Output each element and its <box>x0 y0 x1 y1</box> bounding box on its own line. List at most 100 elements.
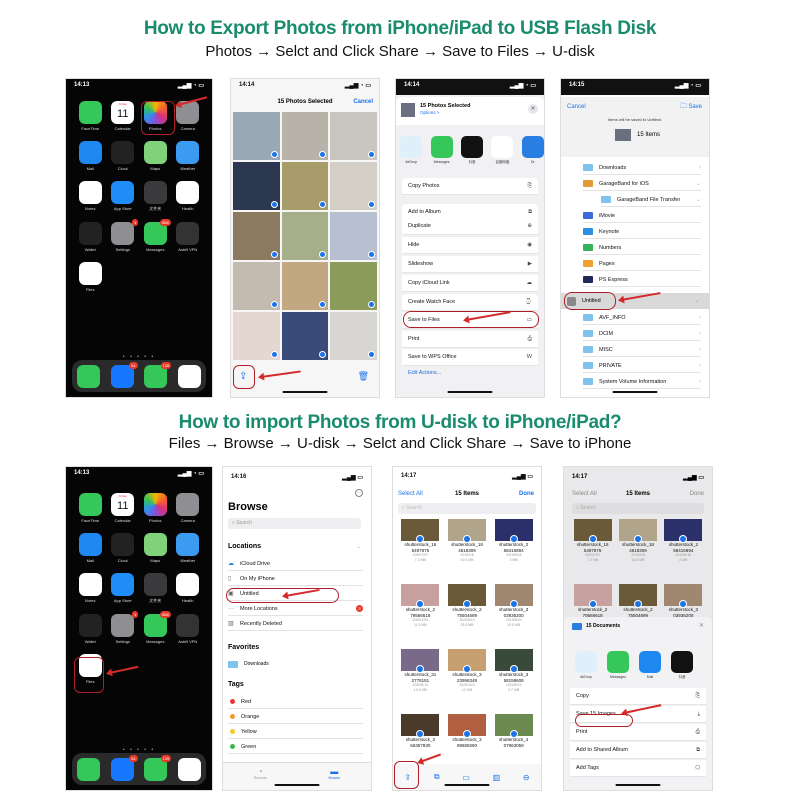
search-input[interactable]: ⌕ Search <box>228 518 361 529</box>
app-folder[interactable]: 文件夹 <box>139 181 172 212</box>
app-settings[interactable]: 1 Settings <box>107 219 140 252</box>
alipay-icon[interactable]: 61 <box>110 754 138 781</box>
share-app-baidu-netdisk[interactable]: 百度网盘 <box>491 136 514 165</box>
app-notes[interactable]: Notes <box>74 181 107 212</box>
done-button[interactable]: Done <box>519 491 534 497</box>
select-all-button[interactable]: Select All <box>572 491 597 497</box>
save-button[interactable]: Save <box>688 104 702 110</box>
photo-thumbnail[interactable] <box>233 312 280 360</box>
folder-system-volume-information[interactable]: System Volume Information › <box>583 375 701 389</box>
app-app-store[interactable]: App Store <box>107 573 140 604</box>
app-photos[interactable]: Photos <box>139 493 172 523</box>
app-astrill-vpn[interactable]: Astrill VPN <box>172 614 205 644</box>
app-camera[interactable]: Camera <box>172 493 205 523</box>
app-calendar[interactable]: Friday 11 Calendar <box>107 493 140 523</box>
file-item[interactable]: shutterstock_2 58416894 2019/6/18 2 MB <box>661 519 706 562</box>
app-clock[interactable]: Clock <box>107 533 140 563</box>
share-app-tiktok[interactable]: 抖音 <box>670 651 694 680</box>
safari-icon[interactable] <box>177 364 201 388</box>
app-health[interactable]: Health <box>172 573 205 604</box>
photo-thumbnail[interactable] <box>233 262 280 310</box>
photo-thumbnail[interactable] <box>281 312 329 360</box>
folder-pages[interactable]: Pages <box>583 257 701 271</box>
action-save-to-wps-office[interactable]: Save to WPS Office W <box>402 349 538 366</box>
photo-thumbnail[interactable] <box>330 112 377 160</box>
file-item[interactable]: shutterstock_16 5497876 2020/7/07 7.3 MB <box>570 519 615 562</box>
app-messages[interactable]: 658 Messages <box>139 611 172 644</box>
options-link[interactable]: Options > <box>420 110 439 115</box>
folder-misc[interactable]: MISC › <box>583 343 701 357</box>
file-item[interactable]: shutterstock_2 58416894 2019/6/18 2 MB <box>490 519 537 562</box>
location-on-my-iphone[interactable]: ▯ On My iPhone <box>228 572 363 586</box>
photo-thumbnail[interactable] <box>330 312 377 360</box>
file-item[interactable]: shutterstock_3 89659290 <box>444 714 491 748</box>
file-item[interactable]: shutterstock_3 58158608 2020/8/19 9.7 MB <box>490 649 537 692</box>
folder-imovie[interactable]: iMovie <box>583 209 701 223</box>
more-options-icon[interactable]: ··· <box>355 489 363 497</box>
file-item[interactable]: shutterstock_18 4619309 2019/1/8 10.6 MB <box>615 519 660 562</box>
file-item[interactable]: shutterstock_18 4619309 2019/1/8 10.6 MB <box>444 519 491 562</box>
app-weather[interactable]: Weather <box>172 141 205 171</box>
photo-thumbnail[interactable] <box>281 212 329 260</box>
folder-avf-info[interactable]: AVF_INFO › <box>583 311 701 325</box>
file-item[interactable]: shutterstock_3 23956348 2020/4/23 12 MB <box>444 649 491 692</box>
action-create-watch-face[interactable]: Create Watch Face ⌚ <box>402 294 538 311</box>
folder-private[interactable]: PRIVATE › <box>583 359 701 373</box>
new-folder-icon[interactable]: 🗀 <box>680 102 687 113</box>
app-files[interactable]: Files <box>74 262 107 292</box>
photo-thumbnail[interactable] <box>330 262 377 310</box>
file-item[interactable]: shutterstock_4 07963059 <box>490 714 537 748</box>
edit-actions-link[interactable]: Edit Actions... <box>408 370 441 376</box>
photo-thumbnail[interactable] <box>330 162 377 210</box>
app-mail[interactable]: Mail <box>74 141 107 171</box>
action-duplicate[interactable]: Duplicate ⊕ <box>402 218 538 235</box>
app-notes[interactable]: Notes <box>74 573 107 604</box>
app-clock[interactable]: Clock <box>107 141 140 171</box>
tab-recents[interactable]: ◔ Recents <box>254 767 267 790</box>
app-folder[interactable]: 文件夹 <box>139 573 172 604</box>
search-input[interactable]: ⌕ Search <box>398 503 536 514</box>
app-calendar[interactable]: Friday 11 Calendar <box>107 101 140 131</box>
folder-garageband-for-ios[interactable]: GarageBand for iOS ⌄ <box>583 177 701 191</box>
search-input[interactable]: ⌕ Search <box>572 503 704 514</box>
action-print[interactable]: Print ⎙ <box>402 331 538 348</box>
app-weather[interactable]: Weather <box>172 533 205 563</box>
location-icloud-drive[interactable]: ☁ iCloud Drive <box>228 557 363 571</box>
wechat-icon[interactable]: 139 <box>144 361 172 388</box>
action-hide[interactable]: Hide ◉ <box>402 237 538 254</box>
share-app-messages[interactable]: Messages <box>430 136 453 165</box>
photo-thumbnail[interactable] <box>281 262 329 310</box>
app-messages[interactable]: 658 Messages <box>139 219 172 252</box>
action-copy-icloud-link[interactable]: Copy iCloud Link ☁ <box>402 275 538 292</box>
safari-icon[interactable] <box>177 757 201 781</box>
folder-ps-express[interactable]: PS Express <box>583 273 701 287</box>
trash-icon[interactable]: 🗑 <box>358 371 369 382</box>
cancel-button[interactable]: Cancel <box>567 104 586 110</box>
share-app-airdrop[interactable]: AirDrop <box>400 136 423 165</box>
select-all-button[interactable]: Select All <box>398 491 423 497</box>
folder-keynote[interactable]: Keynote <box>583 225 701 239</box>
share-app-app[interactable]: Dr <box>521 136 544 165</box>
app-facetime[interactable]: FaceTime <box>74 101 107 131</box>
folder-numbers[interactable]: Numbers <box>583 241 701 255</box>
action-add-tags[interactable]: Add Tags ⬡ <box>570 760 706 777</box>
app-mail[interactable]: Mail <box>74 533 107 563</box>
folder-icon[interactable]: ▭ <box>462 773 470 782</box>
app-maps[interactable]: Maps <box>139 533 172 563</box>
app-wallet[interactable]: Wallet <box>74 614 107 644</box>
app-wallet[interactable]: Wallet <box>74 222 107 252</box>
tag-yellow[interactable]: Yellow <box>228 725 363 739</box>
app-maps[interactable]: Maps <box>139 141 172 171</box>
photo-thumbnail[interactable] <box>233 112 280 160</box>
file-item[interactable]: shutterstock_3 66357930 <box>397 714 444 748</box>
share-app-airdrop[interactable]: AirDrop <box>574 651 598 680</box>
file-item[interactable]: shutterstock_31 2778151 2020/8/19 10.9 MB <box>397 649 444 692</box>
cancel-button[interactable]: Cancel <box>353 99 373 105</box>
done-button[interactable]: Done <box>690 491 704 497</box>
duplicate-icon[interactable]: ⧉ <box>434 772 440 782</box>
alipay-icon[interactable]: 61 <box>110 361 138 388</box>
app-app-store[interactable]: App Store <box>107 181 140 212</box>
folder-dcim[interactable]: DCIM › <box>583 327 701 341</box>
folder-garageband-file-transfer[interactable]: GarageBand File Transfer ⌄ <box>601 193 701 207</box>
file-item[interactable]: shutterstock_2795666182020/12/411.5 MB <box>397 584 444 627</box>
